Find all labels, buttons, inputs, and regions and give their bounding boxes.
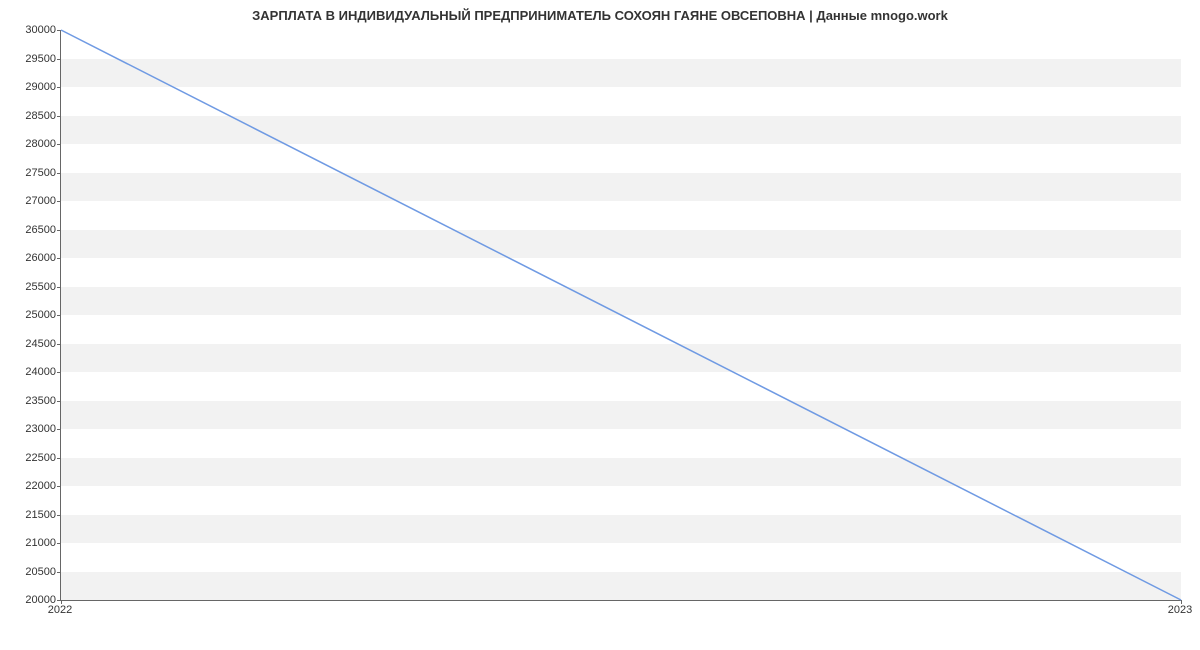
- x-tick-label: 2022: [48, 604, 72, 616]
- y-tick-label: 23500: [6, 395, 56, 407]
- chart-title: ЗАРПЛАТА В ИНДИВИДУАЛЬНЫЙ ПРЕДПРИНИМАТЕЛ…: [0, 0, 1200, 27]
- y-tick-label: 30000: [6, 24, 56, 36]
- y-tick-label: 20500: [6, 566, 56, 578]
- y-tick-label: 21000: [6, 537, 56, 549]
- plot-area: [60, 30, 1181, 601]
- y-tick-label: 28000: [6, 138, 56, 150]
- y-tick-label: 29500: [6, 53, 56, 65]
- y-tick-label: 27000: [6, 195, 56, 207]
- y-tick-label: 25000: [6, 309, 56, 321]
- y-tick-label: 22500: [6, 452, 56, 464]
- y-tick-label: 22000: [6, 480, 56, 492]
- y-tick-label: 21500: [6, 509, 56, 521]
- y-tick-label: 27500: [6, 167, 56, 179]
- y-tick-label: 26000: [6, 252, 56, 264]
- x-tick-label: 2023: [1168, 604, 1192, 616]
- y-tick-label: 24000: [6, 366, 56, 378]
- chart-container: ЗАРПЛАТА В ИНДИВИДУАЛЬНЫЙ ПРЕДПРИНИМАТЕЛ…: [0, 0, 1200, 650]
- y-tick-label: 26500: [6, 224, 56, 236]
- y-tick-label: 24500: [6, 338, 56, 350]
- y-tick-label: 29000: [6, 81, 56, 93]
- line-series: [61, 30, 1181, 600]
- y-tick-label: 25500: [6, 281, 56, 293]
- y-tick-label: 23000: [6, 423, 56, 435]
- y-tick-label: 28500: [6, 110, 56, 122]
